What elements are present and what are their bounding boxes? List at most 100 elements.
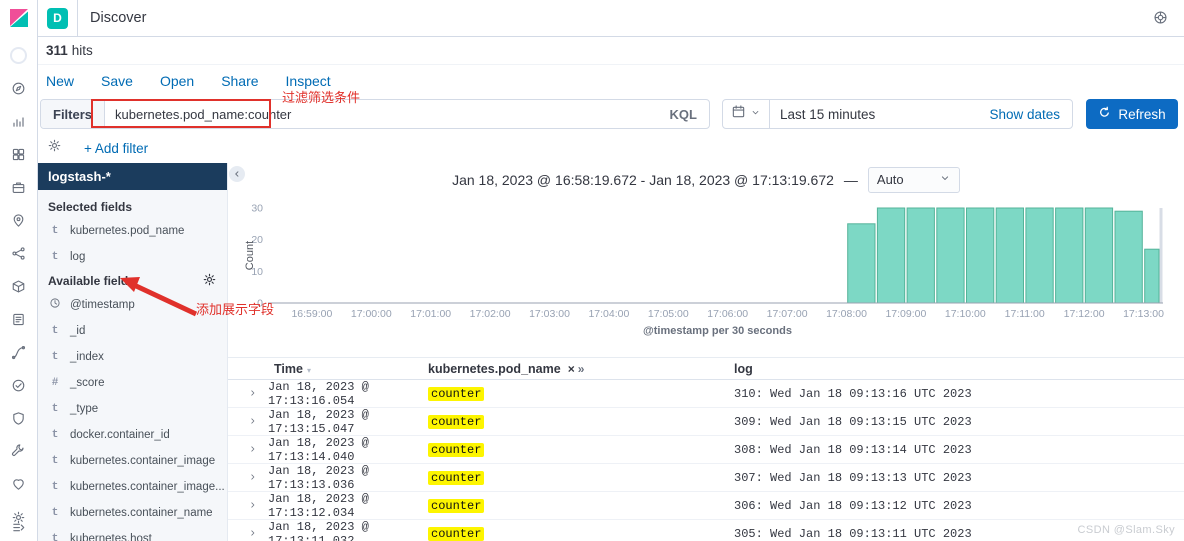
- filters-button[interactable]: Filters: [41, 100, 106, 128]
- field-type-icon: t: [51, 225, 59, 237]
- annotation-filter-note: 过滤筛选条件: [282, 90, 361, 105]
- field-name: kubernetes.pod_name: [70, 225, 185, 237]
- field-item[interactable]: t kubernetes.host: [48, 526, 217, 541]
- rail-siem-icon[interactable]: [11, 411, 27, 427]
- table-row: Jan 18, 2023 @ 17:13:13.036 counter 307: W…: [228, 464, 1184, 492]
- svg-text:17:09:00: 17:09:00: [885, 308, 926, 320]
- rail-dashboard-icon[interactable]: [11, 147, 27, 163]
- svg-text:17:03:00: 17:03:00: [529, 308, 570, 320]
- column-header-log[interactable]: log: [734, 362, 1184, 376]
- expand-row-icon[interactable]: [228, 443, 268, 457]
- field-item[interactable]: t _index: [48, 344, 217, 370]
- rail-stack-monitoring-icon[interactable]: [11, 477, 27, 493]
- collapse-menu-icon[interactable]: [11, 520, 27, 536]
- menu-open-link[interactable]: Open: [160, 73, 194, 89]
- field-item[interactable]: t _id: [48, 318, 217, 344]
- field-item[interactable]: t kubernetes.pod_name: [48, 218, 217, 244]
- menu-share-link[interactable]: Share: [221, 73, 258, 89]
- kql-button[interactable]: KQL: [658, 107, 709, 122]
- app-rail-icons: [11, 81, 27, 526]
- space-avatar[interactable]: [10, 47, 27, 64]
- field-item[interactable]: t kubernetes.container_image...: [48, 474, 225, 500]
- cell-time: Jan 18, 2023 @ 17:13:11.032: [268, 519, 369, 541]
- refresh-button[interactable]: Refresh: [1086, 99, 1178, 129]
- menu-save-link[interactable]: Save: [101, 73, 133, 89]
- interval-select[interactable]: Auto: [867, 166, 960, 193]
- cell-log: 308: Wed Jan 18 09:13:14 UTC 2023: [734, 442, 972, 457]
- rail-machine-learning-icon[interactable]: [11, 246, 27, 262]
- rail-maps-icon[interactable]: [11, 213, 27, 229]
- available-fields-heading: Available fields: [48, 270, 217, 292]
- rail-metrics-icon[interactable]: [11, 279, 27, 295]
- table-row: Jan 18, 2023 @ 17:13:12.034 counter 306: W…: [228, 492, 1184, 520]
- query-input[interactable]: [105, 106, 658, 122]
- svg-text:17:01:00: 17:01:00: [410, 308, 451, 320]
- rail-dev-tools-icon[interactable]: [11, 444, 27, 460]
- remove-column-icon[interactable]: ×: [568, 362, 575, 376]
- svg-text:17:04:00: 17:04:00: [588, 308, 629, 320]
- available-fields-list: @timestamp t _id t _index # _score t _type t docke…: [48, 292, 225, 541]
- collapse-sidebar-button[interactable]: [229, 166, 245, 182]
- fields-settings-gear-icon[interactable]: [202, 272, 217, 290]
- expand-row-icon[interactable]: [228, 499, 268, 513]
- rail-logs-icon[interactable]: [11, 312, 27, 328]
- hits-row: 311 hits: [38, 37, 1184, 65]
- menu-new-link[interactable]: New: [46, 73, 74, 89]
- svg-text:16:59:00: 16:59:00: [291, 308, 332, 320]
- rail-discover-icon[interactable]: [11, 81, 27, 97]
- field-name: kubernetes.container_image...: [70, 481, 225, 493]
- rail-canvas-icon[interactable]: [11, 180, 27, 196]
- cell-time: Jan 18, 2023 @ 17:13:14.040: [268, 435, 369, 464]
- cell-log: 306: Wed Jan 18 09:13:12 UTC 2023: [734, 498, 972, 513]
- field-item[interactable]: t kubernetes.container_name: [48, 500, 217, 526]
- cell-log: 309: Wed Jan 18 09:13:15 UTC 2023: [734, 414, 972, 429]
- column-header-pod-name[interactable]: kubernetes.pod_name ×»: [428, 362, 734, 376]
- column-header-time[interactable]: Time ▾: [268, 362, 428, 376]
- field-type-icon: t: [51, 507, 59, 519]
- field-type-icon: t: [51, 351, 59, 363]
- discover-menu: New Save Open Share Inspect: [38, 68, 1184, 94]
- expand-row-icon[interactable]: [228, 387, 268, 401]
- index-pattern-selector[interactable]: logstash-*: [38, 163, 227, 190]
- field-name: _id: [70, 325, 86, 337]
- move-column-icon[interactable]: »: [578, 362, 585, 376]
- field-item[interactable]: t log: [48, 244, 217, 270]
- field-name: kubernetes.container_name: [70, 507, 213, 519]
- field-name: _type: [70, 403, 99, 415]
- annotation-fields-note: 添加展示字段: [196, 302, 275, 317]
- documents-table: Time ▾ kubernetes.pod_name ×» log Jan 18, …: [228, 357, 1184, 541]
- histogram-chart[interactable]: 010203016:59:00 17:00:00 17:01:00 17:02:00 1…: [228, 196, 1184, 341]
- hits-count: 311: [46, 43, 68, 58]
- field-item[interactable]: t docker.container_id: [48, 422, 217, 448]
- fields-sidebar: logstash-* Selected fields t kubernetes.p…: [38, 163, 228, 541]
- field-item[interactable]: t _type: [48, 396, 217, 422]
- show-dates-button[interactable]: Show dates: [989, 107, 1072, 122]
- svg-text:17:00:00: 17:00:00: [351, 308, 392, 320]
- calendar-button[interactable]: [723, 100, 770, 128]
- add-filter-button[interactable]: + Add filter: [84, 141, 148, 156]
- expand-row-icon[interactable]: [228, 527, 268, 541]
- cell-log: 307: Wed Jan 18 09:13:13 UTC 2023: [734, 470, 972, 485]
- field-name: @timestamp: [70, 299, 135, 311]
- rail-apm-icon[interactable]: [11, 345, 27, 361]
- field-item[interactable]: # _score: [48, 370, 217, 396]
- discover-app-icon: D: [47, 7, 68, 29]
- help-icon[interactable]: [1153, 10, 1170, 27]
- field-item[interactable]: @timestamp: [48, 292, 217, 318]
- svg-text:17:13:00: 17:13:00: [1123, 308, 1164, 320]
- kibana-logo-icon[interactable]: [7, 6, 31, 30]
- table-header: Time ▾ kubernetes.pod_name ×» log: [228, 357, 1184, 380]
- filter-settings-gear-icon[interactable]: [47, 138, 62, 158]
- field-type-icon: t: [51, 481, 59, 493]
- expand-row-icon[interactable]: [228, 471, 268, 485]
- field-item[interactable]: t kubernetes.container_image: [48, 448, 217, 474]
- search-bar: Filters KQL Last 15 minutes Show dates R…: [40, 99, 1178, 129]
- rail-visualize-icon[interactable]: [11, 114, 27, 130]
- field-name: _score: [70, 377, 105, 389]
- expand-row-icon[interactable]: [228, 415, 268, 429]
- field-type-icon: #: [51, 377, 59, 389]
- time-range-value[interactable]: Last 15 minutes: [770, 107, 989, 122]
- field-type-icon: t: [51, 533, 59, 541]
- svg-text:17:07:00: 17:07:00: [767, 308, 808, 320]
- rail-uptime-icon[interactable]: [11, 378, 27, 394]
